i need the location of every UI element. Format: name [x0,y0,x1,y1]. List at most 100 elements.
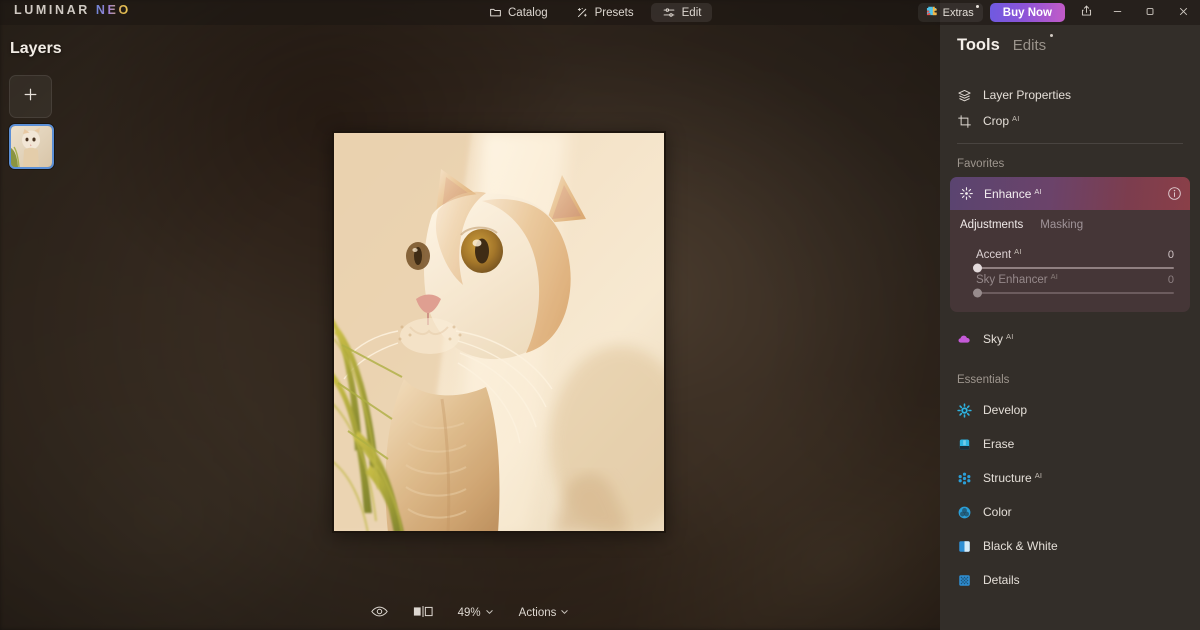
add-layer-button[interactable] [9,75,52,118]
layers-icon [957,88,972,103]
cloud-icon [957,332,972,347]
eye-icon [370,605,388,621]
bottom-toolbar: 49% Actions [0,596,940,630]
close-button[interactable] [1167,0,1200,25]
zoom-level-selector[interactable]: 49% [454,605,498,621]
toggle-visibility-button[interactable] [367,603,392,623]
enhance-tool-header[interactable]: Enhance AI [950,177,1190,210]
tab-masking[interactable]: Masking [1040,219,1083,231]
image-canvas[interactable] [332,131,666,533]
share-icon [1080,4,1093,22]
extras-notification-dot [975,5,979,8]
layers-panel-title: Layers [10,40,62,57]
label-text: Enhance [984,186,1032,201]
buy-now-button[interactable]: Buy Now [989,3,1065,22]
label-text: Erase [983,437,1015,451]
tool-develop-label: Develop [983,403,1027,417]
nav-catalog-label: Catalog [508,6,548,19]
tool-develop[interactable]: Develop [940,393,1200,427]
tool-structure[interactable]: Structure AI [940,461,1200,495]
crop-icon [957,114,972,129]
color-icon [957,505,972,520]
logo-neo: NEO [95,3,131,17]
slider-sky-enhancer-value: 0 [1167,274,1174,286]
nav-presets[interactable]: Presets [565,3,645,22]
extras-button[interactable]: Extras [917,3,983,22]
bw-icon [957,539,972,554]
tool-sky[interactable]: Sky AI [940,326,1200,352]
enhance-sparkle-icon [959,186,974,201]
label-text: Structure [983,471,1032,485]
slider-sky-enhancer: Sky Enhancer AI 0 [950,272,1190,298]
label-text: Details [983,573,1020,587]
develop-icon [957,402,972,418]
tab-adjustments[interactable]: Adjustments [960,219,1023,231]
chevron-down-icon [560,607,569,619]
ai-badge: AI [1014,247,1022,256]
tool-black-and-white[interactable]: Black & White [940,529,1200,563]
tool-color[interactable]: Color [940,495,1200,529]
label-text: Black & White [983,539,1058,553]
slider-accent-header: Accent AI 0 [976,247,1174,261]
share-button[interactable] [1071,0,1101,25]
layer-thumbnail[interactable] [9,124,54,169]
compare-before-after-button[interactable] [409,603,437,623]
label-text: Layer Properties [983,88,1072,102]
zoom-level-value: 49% [457,607,481,619]
plus-icon [22,86,39,108]
maximize-button[interactable] [1134,0,1167,25]
label-text: Accent [976,249,1012,261]
tools-panel: Tools Edits Layer Properties Crop AI Fav… [940,0,1200,630]
slider-sky-enhancer-knob[interactable] [973,288,982,298]
ai-badge: AI [1012,114,1020,123]
folder-icon [489,6,502,19]
tool-structure-label: Structure AI [983,471,1042,485]
label-text: Crop [983,114,1010,128]
nav-presets-label: Presets [594,6,634,19]
enhance-tool-card: Enhance AI Adjustments Masking Accent AI… [950,177,1190,312]
structure-icon [957,471,972,486]
before-after-icon [413,605,433,621]
enhance-tabs: Adjustments Masking [950,210,1190,239]
tool-layer-properties[interactable]: Layer Properties [940,82,1200,108]
luminar-neo-window: LUMINAR NEO Catalog Presets Edit Extras … [0,0,1200,630]
slider-accent: Accent AI 0 [950,247,1190,273]
minimize-button[interactable] [1101,0,1134,25]
close-icon [1178,4,1189,22]
maximize-icon [1145,4,1156,22]
tools-divider [957,143,1183,144]
slider-accent-track[interactable] [973,263,1174,273]
details-icon [957,573,972,588]
tool-black-and-white-label: Black & White [983,539,1058,553]
label-text: Sky [983,332,1004,346]
label-text: Color [983,505,1012,519]
slider-accent-value: 0 [1167,249,1174,261]
enhance-sliders: Accent AI 0 Sky Enhancer AI 0 [950,239,1190,312]
edits-tab[interactable]: Edits [1012,34,1054,54]
slider-accent-knob[interactable] [973,263,982,273]
label-text: Sky Enhancer [976,274,1048,286]
actions-menu-button[interactable]: Actions [515,605,574,621]
slider-accent-name: Accent AI [976,247,1022,261]
app-logo: LUMINAR NEO [14,3,131,17]
ai-badge: AI [1006,332,1014,341]
info-icon[interactable] [1167,186,1182,201]
nav-catalog[interactable]: Catalog [478,3,559,22]
tool-erase[interactable]: Erase [940,427,1200,461]
nav-edit-label: Edit [681,6,702,19]
tool-crop[interactable]: Crop AI [940,108,1200,134]
slider-sky-enhancer-header: Sky Enhancer AI 0 [976,272,1174,286]
tools-tab[interactable]: Tools [957,36,1000,55]
nav-edit[interactable]: Edit [650,3,713,22]
tool-layer-properties-label: Layer Properties [983,88,1071,102]
extras-label: Extras [942,6,974,19]
label-text: Develop [983,403,1028,417]
chevron-down-icon [485,607,494,619]
slider-sky-enhancer-track[interactable] [973,288,1174,298]
edits-tab-label: Edits [1012,37,1047,54]
tool-sky-label: Sky AI [983,332,1014,346]
tool-details[interactable]: Details [940,563,1200,597]
tools-panel-header: Tools Edits [957,34,1054,55]
essentials-section-label: Essentials [957,374,1010,386]
slider-sky-enhancer-name: Sky Enhancer AI [976,272,1058,286]
